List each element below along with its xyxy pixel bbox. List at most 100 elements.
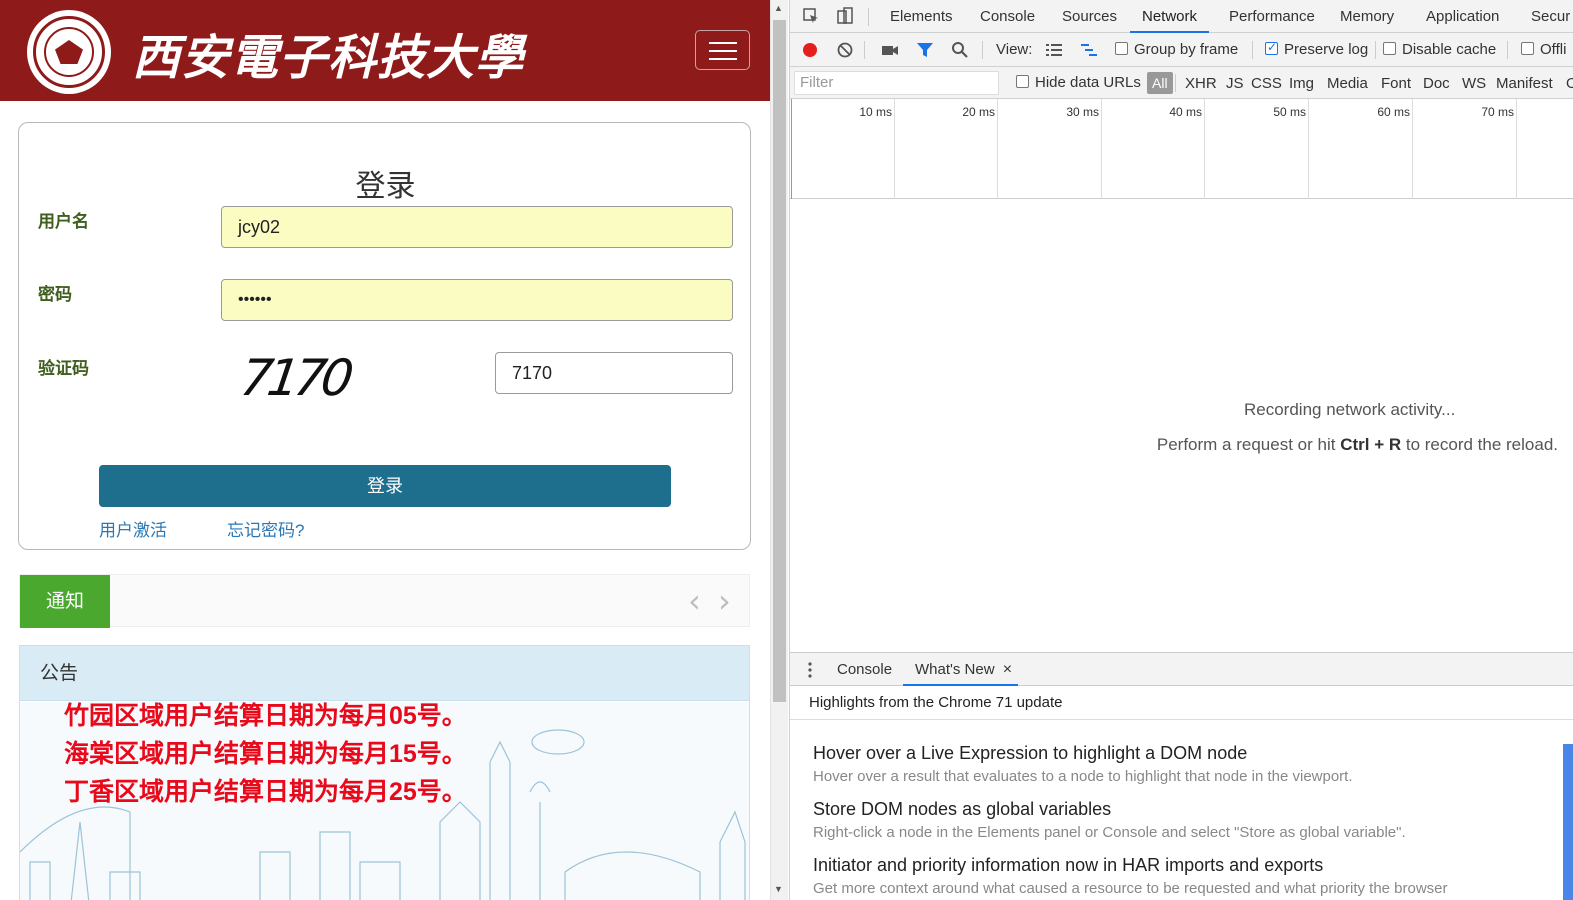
login-card: 登录 用户名 jcy02 密码 •••••• 验证码 7170 7170 登录 … <box>18 122 751 550</box>
type-filter-ws[interactable]: WS <box>1462 75 1486 92</box>
timeline-label: 10 ms <box>859 105 892 119</box>
login-title: 登录 <box>355 170 416 203</box>
hamburger-menu-button[interactable] <box>695 30 750 70</box>
recording-status-text: Recording network activity... <box>1244 400 1456 419</box>
checkbox-checked-icon <box>1265 40 1278 55</box>
scroll-up-arrow-icon[interactable]: ▲ <box>774 3 783 13</box>
reload-shortcut: Ctrl + R <box>1340 435 1402 454</box>
page-scrollbar[interactable]: ▲ ▼ <box>770 0 788 900</box>
type-filter-all[interactable]: All <box>1147 72 1173 94</box>
record-icon[interactable] <box>801 41 819 59</box>
announcement-line: 海棠区域用户结算日期为每月15号。 <box>64 740 467 768</box>
chevron-right-icon[interactable]: › <box>718 585 731 617</box>
drawer-tab-whats-new[interactable]: What's New × <box>903 653 1018 686</box>
forgot-password-link[interactable]: 忘记密码? <box>227 516 304 541</box>
network-toolbar: View: Group by frame Preserve log Disabl… <box>790 33 1573 67</box>
view-label: View: <box>996 41 1033 58</box>
disable-cache-checkbox[interactable]: Disable cache <box>1383 41 1496 58</box>
network-filter-input[interactable]: Filter <box>794 71 999 95</box>
tab-network[interactable]: Network <box>1130 0 1210 33</box>
type-filter-doc[interactable]: Doc <box>1423 75 1450 92</box>
checkbox-icon <box>1521 42 1534 55</box>
offline-checkbox[interactable]: Offli <box>1521 41 1566 58</box>
scroll-down-arrow-icon[interactable]: ▼ <box>774 884 783 894</box>
timeline-label: 40 ms <box>1169 105 1202 119</box>
menu-bar-icon <box>709 50 737 52</box>
filter-funnel-icon[interactable] <box>916 41 934 59</box>
notice-tag: 通知 <box>20 575 110 628</box>
whats-new-desc: Right-click a node in the Elements panel… <box>813 824 1406 841</box>
university-name-logo: 西安電子科技大學 <box>132 30 525 86</box>
drawer-menu-dots-icon[interactable] <box>808 661 812 679</box>
notice-bar: 通知 ‹ › <box>19 574 750 628</box>
network-timeline-overview[interactable]: 10 ms 20 ms 30 ms 40 ms 50 ms 60 ms 70 m… <box>790 99 1573 199</box>
captcha-input[interactable]: 7170 <box>495 352 733 394</box>
tab-elements[interactable]: Elements <box>890 0 953 33</box>
close-icon[interactable]: × <box>1003 661 1012 678</box>
clear-icon[interactable] <box>836 41 854 59</box>
whats-new-item[interactable]: Initiator and priority information now i… <box>813 855 1448 897</box>
preserve-log-label: Preserve log <box>1284 41 1369 58</box>
tab-security[interactable]: Secur <box>1531 0 1570 33</box>
whats-new-label: What's New <box>915 661 995 678</box>
username-field[interactable]: jcy02 <box>221 206 733 248</box>
password-field[interactable]: •••••• <box>221 279 733 321</box>
hide-data-urls-checkbox[interactable]: Hide data URLs <box>1016 74 1141 91</box>
scrollbar-thumb[interactable] <box>773 20 786 702</box>
whats-new-promo-image <box>1563 744 1573 900</box>
whats-new-title: Hover over a Live Expression to highligh… <box>813 743 1248 763</box>
announcement-heading: 公告 <box>20 646 749 701</box>
tab-memory[interactable]: Memory <box>1340 0 1394 33</box>
large-rows-icon[interactable] <box>1045 41 1063 59</box>
drawer-tab-console[interactable]: Console <box>837 653 892 686</box>
search-icon[interactable] <box>951 41 969 59</box>
announcement-body: 竹园区域用户结算日期为每月05号。 海棠区域用户结算日期为每月15号。 丁香区域… <box>20 702 749 900</box>
type-filter-css[interactable]: CSS <box>1251 75 1282 92</box>
devtools-panel: Elements Console Sources Network Perform… <box>789 0 1573 900</box>
captcha-image[interactable]: 7170 <box>237 349 352 407</box>
waterfall-overview-icon[interactable] <box>1080 41 1098 59</box>
screenshot-camera-icon[interactable] <box>881 41 899 59</box>
captcha-label: 验证码 <box>38 359 89 378</box>
type-filter-font[interactable]: Font <box>1381 75 1411 92</box>
tab-application[interactable]: Application <box>1426 0 1499 33</box>
whats-new-item[interactable]: Hover over a Live Expression to highligh… <box>813 743 1353 785</box>
password-label: 密码 <box>38 285 72 304</box>
type-filter-manifest[interactable]: Manifest <box>1496 75 1553 92</box>
hint-suffix: to record the reload. <box>1401 435 1558 454</box>
announcement-line: 竹园区域用户结算日期为每月05号。 <box>64 702 467 730</box>
tab-sources[interactable]: Sources <box>1062 0 1117 33</box>
tab-console[interactable]: Console <box>980 0 1035 33</box>
menu-bar-icon <box>709 58 737 60</box>
inspect-element-icon[interactable] <box>802 7 820 25</box>
username-label: 用户名 <box>38 212 89 231</box>
group-by-frame-checkbox[interactable]: Group by frame <box>1115 41 1238 58</box>
type-filter-xhr[interactable]: XHR <box>1185 75 1217 92</box>
activate-user-link[interactable]: 用户激活 <box>99 516 167 541</box>
recording-hint-text: Perform a request or hit Ctrl + R to rec… <box>1157 435 1558 455</box>
whats-new-desc: Get more context around what caused a re… <box>813 880 1448 897</box>
type-filter-js[interactable]: JS <box>1226 75 1244 92</box>
checkbox-icon <box>1383 42 1396 55</box>
site-header: 西安電子科技大學 <box>0 0 770 101</box>
type-filter-other[interactable]: O <box>1566 75 1573 92</box>
whats-new-desc: Hover over a result that evaluates to a … <box>813 768 1353 785</box>
device-toolbar-icon[interactable] <box>836 7 854 25</box>
type-filter-media[interactable]: Media <box>1327 75 1368 92</box>
university-seal-logo <box>27 10 111 94</box>
tab-performance[interactable]: Performance <box>1229 0 1315 33</box>
preserve-log-checkbox[interactable]: Preserve log <box>1265 40 1369 58</box>
network-request-area: Recording network activity... Perform a … <box>790 200 1573 652</box>
menu-bar-icon <box>709 42 737 44</box>
whats-new-heading: Highlights from the Chrome 71 update <box>790 686 1573 720</box>
login-button[interactable]: 登录 <box>99 465 671 507</box>
whats-new-item[interactable]: Store DOM nodes as global variables Righ… <box>813 799 1406 841</box>
offline-label: Offli <box>1540 41 1567 58</box>
hide-data-urls-label: Hide data URLs <box>1035 74 1141 91</box>
timeline-label: 50 ms <box>1273 105 1306 119</box>
disable-cache-label: Disable cache <box>1402 41 1497 58</box>
type-filter-img[interactable]: Img <box>1289 75 1314 92</box>
checkbox-icon <box>1016 75 1029 88</box>
checkbox-icon <box>1115 42 1128 55</box>
chevron-left-icon[interactable]: ‹ <box>688 585 701 617</box>
